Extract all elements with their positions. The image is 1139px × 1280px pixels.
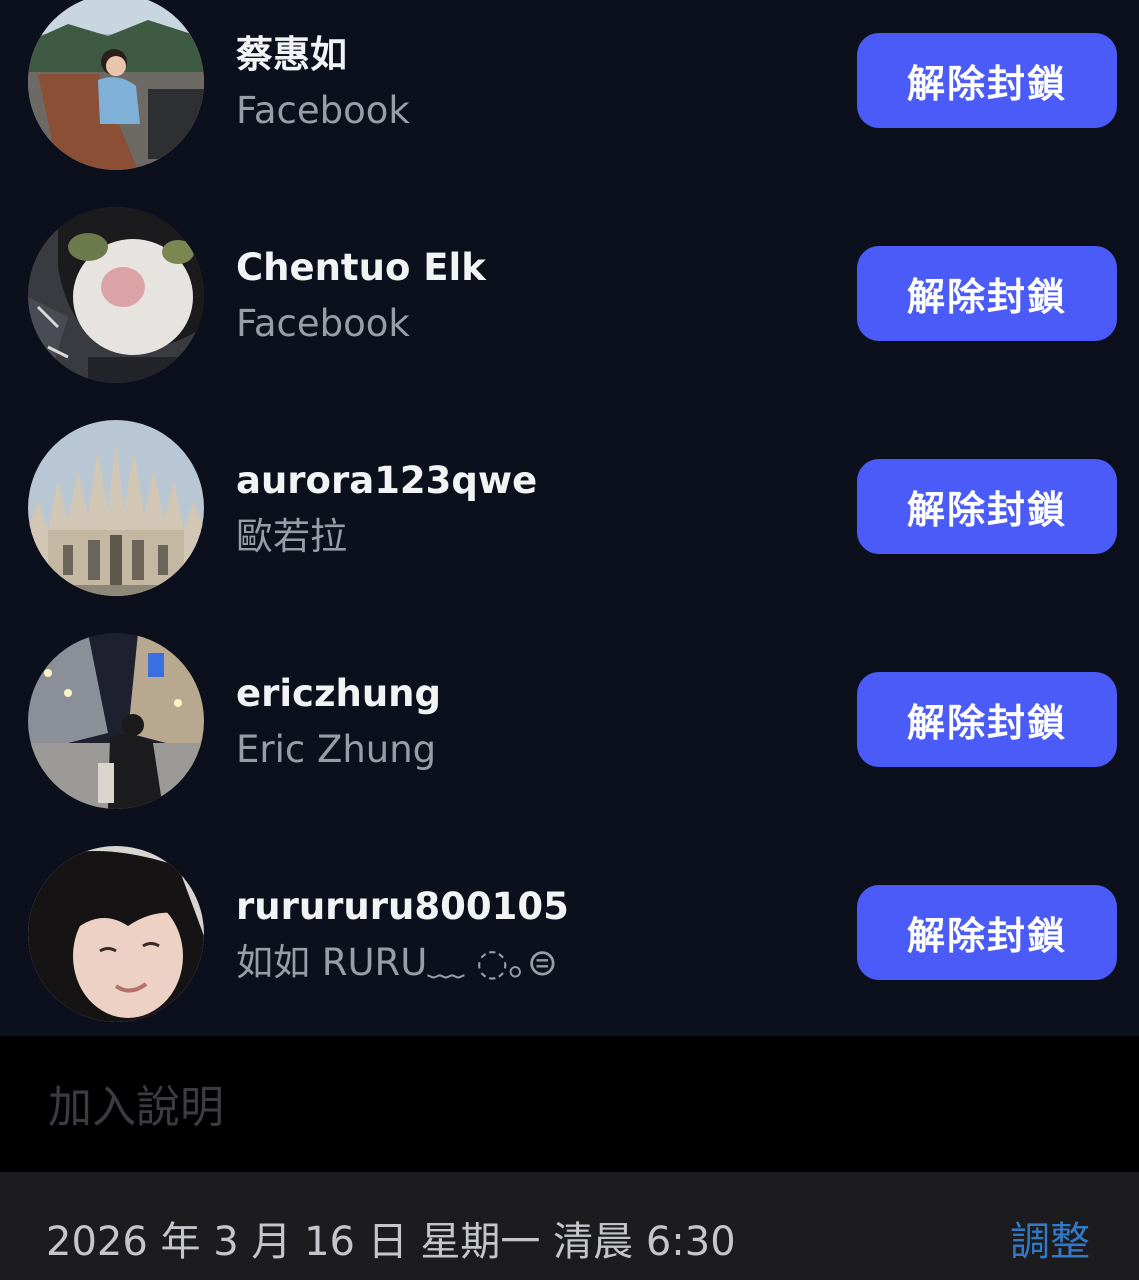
list-item: rurururu800105 如如 RURU﹏ ◌｡⊜ 解除封鎖 (0, 846, 1139, 1065)
woman-on-terrace-avatar (28, 0, 204, 170)
avatar[interactable] (28, 633, 204, 809)
unblock-button[interactable]: 解除封鎖 (857, 672, 1117, 767)
list-item: aurora123qwe 歐若拉 解除封鎖 (0, 420, 1139, 639)
username: 蔡惠如 (236, 33, 347, 76)
username: Chentuo Elk (236, 246, 486, 289)
list-item: Chentuo Elk Facebook 解除封鎖 (0, 207, 1139, 426)
full-name: Eric Zhung (236, 728, 437, 771)
avatar[interactable] (28, 0, 204, 170)
screen: 蔡惠如 Facebook 解除封鎖 Chentuo Elk Facebook 解… (0, 0, 1139, 1280)
adjust-button[interactable]: 調整 (1010, 1222, 1090, 1262)
unblock-button[interactable]: 解除封鎖 (857, 459, 1117, 554)
avatar[interactable] (28, 207, 204, 383)
blocked-accounts-list: 蔡惠如 Facebook 解除封鎖 Chentuo Elk Facebook 解… (0, 0, 1139, 1036)
full-name: Facebook (236, 89, 410, 132)
unblock-button[interactable]: 解除封鎖 (857, 246, 1117, 341)
avatar[interactable] (28, 846, 204, 1022)
list-item: 蔡惠如 Facebook 解除封鎖 (0, 0, 1139, 213)
unblock-button[interactable]: 解除封鎖 (857, 33, 1117, 128)
unblock-button[interactable]: 解除封鎖 (857, 885, 1117, 980)
avatar[interactable] (28, 420, 204, 596)
list-item: ericzhung Eric Zhung 解除封鎖 (0, 633, 1139, 852)
full-name: Facebook (236, 302, 410, 345)
scheduled-date: 2026 年 3 月 16 日 星期一 清晨 6:30 (46, 1219, 736, 1265)
username: aurora123qwe (236, 459, 538, 502)
username: ericzhung (236, 672, 441, 715)
night-street-lights-avatar (28, 633, 204, 809)
caption-input[interactable] (46, 1076, 950, 1138)
full-name: 如如 RURU﹏ ◌｡⊜ (236, 941, 558, 984)
cathedral-avatar (28, 420, 204, 596)
username: rurururu800105 (236, 885, 569, 928)
full-name: 歐若拉 (236, 515, 347, 558)
smiling-girl-avatar (28, 846, 204, 1022)
cat-face-avatar (28, 207, 204, 383)
